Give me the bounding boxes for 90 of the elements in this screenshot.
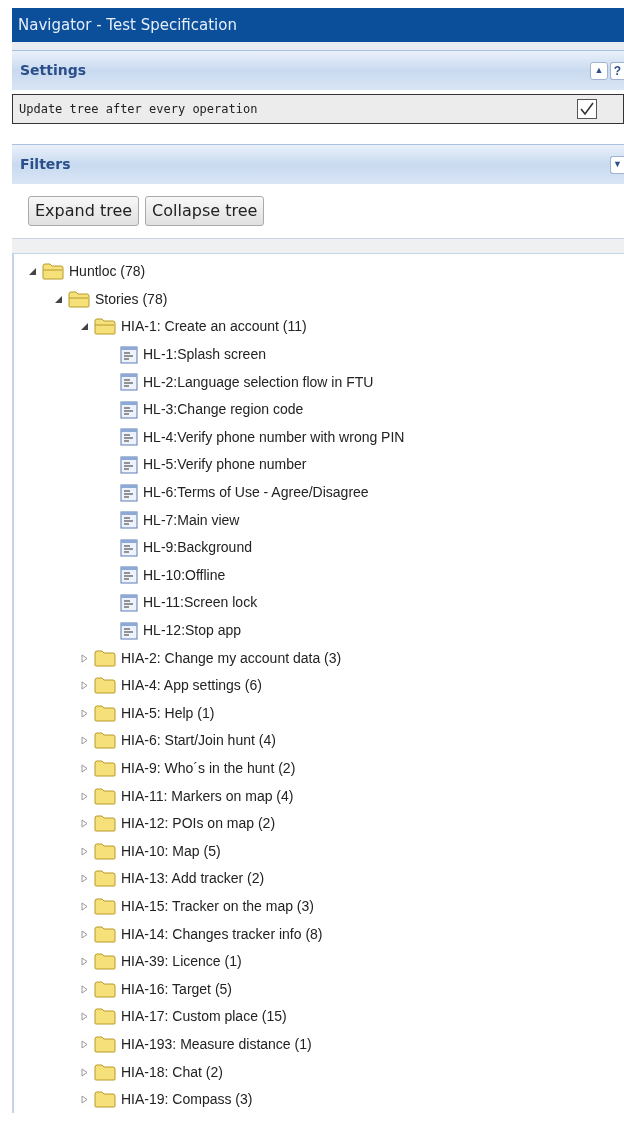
document-icon [120,345,138,364]
collapsed-triangle-icon[interactable] [78,734,90,747]
folder-label[interactable]: HIA-1: Create an account (11) [120,316,308,338]
test-case-label[interactable]: HL-11:Screen lock [142,592,259,614]
test-case-label[interactable]: HL-3:Change region code [142,399,305,421]
folder-label[interactable]: HIA-4: App settings (6) [120,675,263,697]
test-case-label[interactable]: HL-1:Splash screen [142,344,267,366]
folder-icon [94,1063,116,1081]
collapsed-triangle-icon[interactable] [78,817,90,830]
folder-icon [68,290,90,308]
folder-icon [94,815,116,833]
folder-label[interactable]: HIA-14: Changes tracker info (8) [120,923,324,945]
collapsed-triangle-icon[interactable] [78,1010,90,1023]
folder-icon [94,897,116,915]
collapsed-triangle-icon[interactable] [78,1038,90,1051]
collapse-button[interactable]: ▲ [590,61,608,80]
folder-label[interactable]: HIA-193: Measure distance (1) [120,1033,313,1055]
folder-label[interactable]: HIA-6: Start/Join hunt (4) [120,730,277,752]
test-case-label[interactable]: HL-4:Verify phone number with wrong PIN [142,426,406,448]
collapsed-triangle-icon[interactable] [78,652,90,665]
folder-label[interactable]: HIA-9: Who´s in the hunt (2) [120,758,297,779]
folder-icon [94,842,116,860]
folder-label[interactable]: HIA-19: Compass (3) [120,1089,254,1111]
document-icon [120,483,138,502]
folder-icon [94,732,116,750]
folder-label[interactable]: Huntloc (78) [68,261,147,283]
window-title: Navigator - Test Specification [12,8,624,42]
document-icon [120,400,138,419]
checkbox[interactable] [577,99,597,119]
collapsed-triangle-icon[interactable] [78,679,90,692]
collapsed-triangle-icon[interactable] [78,845,90,858]
folder-label[interactable]: HIA-13: Add tracker (2) [120,868,266,890]
option-label: Update tree after every operation [19,101,258,118]
document-icon [120,566,138,585]
folder-icon [94,704,116,722]
folder-icon [94,1008,116,1026]
folder-icon [94,318,116,336]
tree-button[interactable]: Expand tree [28,196,140,226]
check-icon [579,101,595,117]
test-case-label[interactable]: HL-6:Terms of Use - Agree/Disagree [142,482,370,504]
document-icon [120,621,138,640]
document-icon [120,538,138,557]
folder-icon [94,870,116,888]
folder-label[interactable]: HIA-15: Tracker on the map (3) [120,895,315,917]
folder-label[interactable]: HIA-16: Target (5) [120,978,233,1000]
folder-icon [94,1035,116,1053]
folder-icon [94,677,116,695]
folder-icon [94,953,116,971]
test-case-label[interactable]: HL-10:Offline [142,564,227,586]
folder-icon [94,980,116,998]
document-icon [120,428,138,447]
folder-label[interactable]: HIA-18: Chat (2) [120,1061,224,1083]
collapsed-triangle-icon[interactable] [78,872,90,885]
collapsed-triangle-icon[interactable] [78,1093,90,1106]
document-icon [120,593,138,612]
folder-icon [94,1091,116,1109]
test-case-label[interactable]: HL-12:Stop app [142,620,243,641]
folder-label[interactable]: HIA-5: Help (1) [120,702,216,724]
collapsed-triangle-icon[interactable] [78,955,90,968]
collapsed-triangle-icon[interactable] [78,928,90,941]
folder-label[interactable]: HIA-2: Change my account data (3) [120,647,343,669]
collapsed-triangle-icon[interactable] [78,762,90,775]
folder-label[interactable]: HIA-11: Markers on map (4) [120,785,295,807]
test-case-label[interactable]: HL-2:Language selection flow in FTU [142,371,375,393]
folder-label[interactable]: HIA-10: Map (5) [120,840,222,862]
collapsed-triangle-icon[interactable] [78,790,90,803]
collapsed-triangle-icon[interactable] [78,983,90,996]
help-button[interactable]: ? [610,61,624,80]
folder-icon [94,787,116,805]
section-title: Settings [20,61,87,80]
folder-label[interactable]: HIA-39: Licence (1) [120,951,243,973]
folder-label[interactable]: Stories (78) [94,288,169,310]
collapsed-triangle-icon[interactable] [78,1066,90,1078]
test-case-label[interactable]: HL-9:Background [142,537,253,559]
document-icon [120,455,138,474]
collapsed-triangle-icon[interactable] [78,707,90,720]
folder-icon [94,649,116,667]
folder-label[interactable]: HIA-17: Custom place (15) [120,1006,288,1028]
section-title: Filters [20,155,71,174]
test-case-label[interactable]: HL-5:Verify phone number [142,454,308,476]
folder-label[interactable]: HIA-12: POIs on map (2) [120,813,277,835]
test-case-label[interactable]: HL-7:Main view [142,509,241,531]
folder-icon [94,760,116,777]
document-icon [120,373,138,392]
tree-button[interactable]: Collapse tree [145,196,265,226]
collapsed-triangle-icon[interactable] [78,900,90,913]
expand-button[interactable]: ▼ [610,155,624,174]
folder-icon [42,263,64,281]
folder-icon [94,925,116,943]
document-icon [120,511,138,530]
